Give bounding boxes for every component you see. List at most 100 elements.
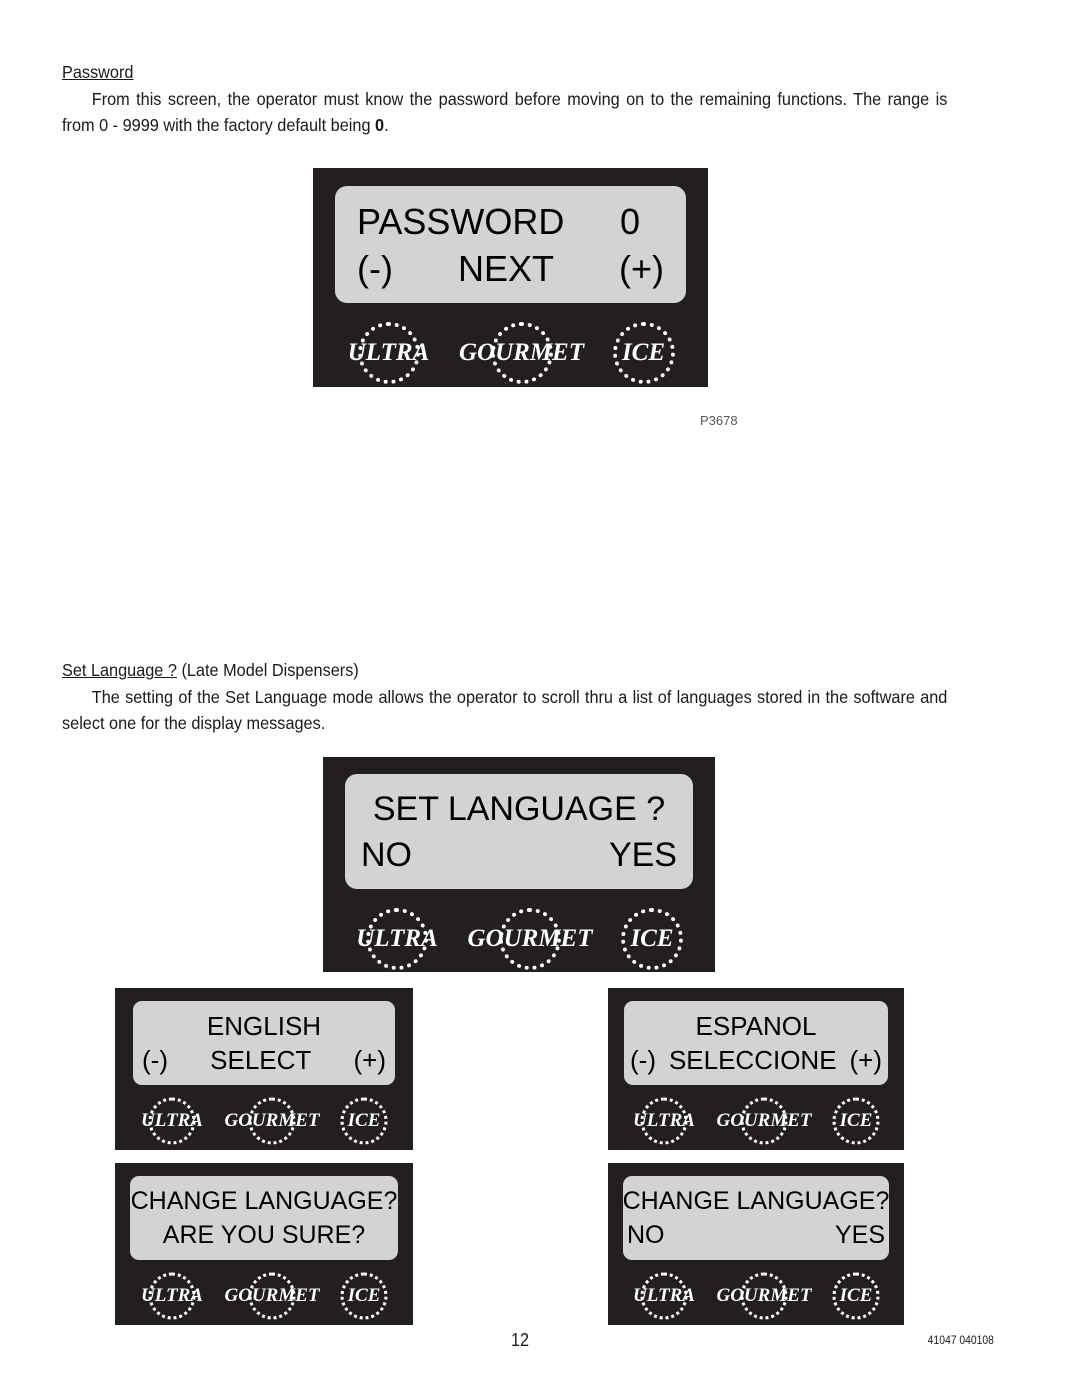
lcd-language-name: ENGLISH [206,1011,322,1041]
lcd-screen-password: PASSWORD 0 (-) NEXT (+) [335,186,686,303]
section-password-paragraph: From this screen, the operator must know… [62,86,947,138]
brand-logo-row: ULTRA GOURMET ICE [345,908,693,970]
lcd-line-1: ENGLISH [142,1009,386,1043]
brand-gourmet: GOURMET [224,1272,321,1320]
lcd-change-language-prompt: CHANGE LANGUAGE? [622,1187,890,1215]
brand-ultra: ULTRA [141,1272,203,1320]
document-code: 41047 040108 [927,1335,994,1347]
brand-ice-label: ICE [347,1110,381,1131]
dispenser-panel-change-language-yesno: CHANGE LANGUAGE? NO YES ULTRA GOURMET IC… [608,1163,904,1325]
lcd-screen-change-language-yesno: CHANGE LANGUAGE? NO YES [623,1176,889,1260]
brand-ice: ICE [832,1272,880,1320]
section-password-heading-label: Password [62,62,134,82]
lcd-select-button[interactable]: SELECT [168,1043,354,1077]
page-number: 12 [511,1330,530,1350]
dispenser-panel-set-language: SET LANGUAGE ? NO YES ULTRA GOURMET ICE [323,757,715,972]
brand-ultra: ULTRA [347,322,430,384]
brand-ultra-label: ULTRA [356,925,438,952]
figure-label-p3678: P3678 [700,413,738,428]
brand-gourmet: GOURMET [716,1272,813,1320]
brand-ice: ICE [621,908,683,970]
brand-logo-row: ULTRA GOURMET ICE [133,1097,395,1145]
brand-gourmet-label: GOURMET [467,925,593,952]
dispenser-panel-espanol: ESPANOL (-) SELECCIONE (+) ULTRA GOURMET… [608,988,904,1150]
lcd-password-label: PASSWORD [357,200,565,242]
brand-gourmet-label: GOURMET [458,339,584,366]
dispenser-panel-english: ENGLISH (-) SELECT (+) ULTRA GOURMET ICE [115,988,413,1150]
brand-ultra-label: ULTRA [141,1110,203,1131]
brand-ultra-label: ULTRA [347,339,430,366]
lcd-minus-button[interactable]: (-) [630,1043,656,1077]
lcd-set-language-prompt: SET LANGUAGE ? [372,789,666,828]
brand-logo-row: ULTRA GOURMET ICE [130,1272,398,1320]
brand-gourmet: GOURMET [458,322,586,384]
lcd-no-button[interactable]: NO [627,1218,665,1252]
section-set-language-paragraph-text: The setting of the Set Language mode all… [62,687,948,733]
brand-gourmet: GOURMET [224,1097,321,1145]
lcd-minus-button[interactable]: (-) [357,245,393,292]
brand-gourmet: GOURMET [466,908,594,970]
brand-ice-label: ICE [347,1285,381,1306]
brand-ultra-label: ULTRA [141,1285,203,1306]
section-set-language-heading-suffix: (Late Model Dispensers) [176,660,359,680]
lcd-plus-button[interactable]: (+) [619,245,664,292]
lcd-no-button[interactable]: NO [361,832,412,878]
lcd-screen-english: ENGLISH (-) SELECT (+) [133,1001,395,1085]
brand-ice: ICE [832,1097,880,1145]
brand-ultra-label: ULTRA [633,1110,695,1131]
lcd-seleccione-button[interactable]: SELECCIONE [656,1043,850,1077]
lcd-change-language-prompt: CHANGE LANGUAGE? [130,1187,398,1215]
brand-ice-label: ICE [839,1110,873,1131]
section-password-text: Password From this screen, the operator … [62,60,947,138]
section-set-language-paragraph: The setting of the Set Language mode all… [62,684,947,736]
section-set-language-text: Set Language ? (Late Model Dispensers) T… [62,658,947,736]
brand-ice: ICE [340,1272,388,1320]
section-password-paragraph-text: From this screen, the operator must know… [62,89,948,135]
brand-gourmet-label: GOURMET [224,1285,320,1306]
brand-ice: ICE [340,1097,388,1145]
section-password-paragraph-tail: . [384,115,389,135]
lcd-minus-button[interactable]: (-) [142,1043,168,1077]
lcd-line-1: PASSWORD 0 [357,198,664,245]
lcd-line-2: (-) SELECCIONE (+) [630,1043,882,1077]
lcd-line-1: ESPANOL [630,1009,882,1043]
lcd-screen-espanol: ESPANOL (-) SELECCIONE (+) [624,1001,888,1085]
lcd-are-you-sure-prompt: ARE YOU SURE? [162,1221,366,1249]
lcd-plus-button[interactable]: (+) [354,1043,387,1077]
lcd-line-2: NO YES [627,1218,885,1252]
section-password-heading: Password [62,60,947,84]
lcd-plus-button[interactable]: (+) [850,1043,883,1077]
lcd-language-name: ESPANOL [695,1011,817,1041]
brand-gourmet: GOURMET [716,1097,813,1145]
section-set-language-heading: Set Language ? (Late Model Dispensers) [62,658,947,682]
brand-ultra: ULTRA [141,1097,203,1145]
lcd-line-1: CHANGE LANGUAGE? [623,1184,890,1218]
lcd-line-2: NO YES [361,832,677,878]
lcd-screen-change-language-confirm: CHANGE LANGUAGE? ARE YOU SURE? [130,1176,398,1260]
brand-ultra: ULTRA [356,908,438,970]
brand-ultra: ULTRA [633,1097,695,1145]
section-password-paragraph-bold: 0 [375,115,385,135]
brand-ice: ICE [612,322,675,384]
lcd-line-1: CHANGE LANGUAGE? [131,1184,398,1218]
lcd-screen-set-language: SET LANGUAGE ? NO YES [345,774,693,889]
lcd-password-value: 0 [619,200,640,242]
lcd-yes-button[interactable]: YES [609,832,677,878]
lcd-line-2: ARE YOU SURE? [134,1218,394,1252]
brand-ice-label: ICE [621,339,666,366]
lcd-line-2: (-) SELECT (+) [142,1043,386,1077]
brand-ice-label: ICE [630,925,674,952]
brand-logo-row: ULTRA GOURMET ICE [624,1097,888,1145]
dispenser-panel-password: PASSWORD 0 (-) NEXT (+) ULTRA GOURMET IC… [313,168,708,387]
section-set-language-heading-label: Set Language ? [62,660,177,680]
lcd-next-button[interactable]: NEXT [393,245,619,292]
brand-ultra: ULTRA [633,1272,695,1320]
brand-gourmet-label: GOURMET [224,1110,320,1131]
brand-ultra-label: ULTRA [633,1285,695,1306]
lcd-yes-button[interactable]: YES [835,1218,885,1252]
brand-logo-row: ULTRA GOURMET ICE [335,322,686,384]
brand-ice-label: ICE [839,1285,873,1306]
dispenser-panel-change-language-confirm: CHANGE LANGUAGE? ARE YOU SURE? ULTRA GOU… [115,1163,413,1325]
brand-gourmet-label: GOURMET [716,1110,812,1131]
lcd-line-1: SET LANGUAGE ? [361,786,677,832]
